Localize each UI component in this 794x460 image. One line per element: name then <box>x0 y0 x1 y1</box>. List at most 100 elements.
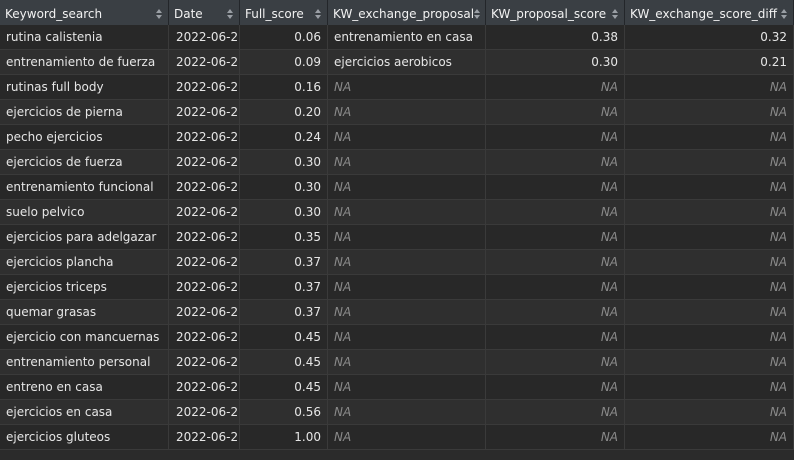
table-cell[interactable]: ejercicios aerobicos <box>328 50 486 75</box>
table-cell[interactable]: 0.30 <box>240 150 328 175</box>
table-cell[interactable]: 2022-06-22 <box>169 225 240 250</box>
table-cell[interactable]: 0.45 <box>240 325 328 350</box>
table-cell[interactable]: NA <box>486 250 625 275</box>
table-cell[interactable]: ejercicios plancha <box>0 250 169 275</box>
table-cell[interactable]: ejercicios de fuerza <box>0 150 169 175</box>
table-cell[interactable]: NA <box>486 150 625 175</box>
table-cell[interactable]: NA <box>625 100 794 125</box>
table-cell[interactable]: NA <box>328 350 486 375</box>
table-cell[interactable]: NA <box>625 150 794 175</box>
table-cell[interactable]: NA <box>625 175 794 200</box>
table-cell[interactable]: 2022-06-22 <box>169 175 240 200</box>
table-cell[interactable]: 2022-06-22 <box>169 200 240 225</box>
table-cell[interactable]: NA <box>625 300 794 325</box>
table-cell[interactable]: 2022-06-22 <box>169 425 240 450</box>
table-cell[interactable]: NA <box>625 250 794 275</box>
table-cell[interactable]: entrenamiento de fuerza <box>0 50 169 75</box>
table-cell[interactable]: 2022-06-22 <box>169 350 240 375</box>
table-cell[interactable]: 2022-06-22 <box>169 100 240 125</box>
table-cell[interactable]: entreno en casa <box>0 375 169 400</box>
table-cell[interactable]: NA <box>486 400 625 425</box>
table-cell[interactable]: 0.38 <box>486 25 625 50</box>
table-cell[interactable]: NA <box>625 125 794 150</box>
sort-arrows-icon[interactable] <box>474 8 481 20</box>
table-cell[interactable]: ejercicios triceps <box>0 275 169 300</box>
table-cell[interactable]: NA <box>486 375 625 400</box>
table-cell[interactable]: NA <box>486 175 625 200</box>
table-cell[interactable]: NA <box>328 75 486 100</box>
table-cell[interactable]: 0.37 <box>240 275 328 300</box>
table-cell[interactable]: 0.35 <box>240 225 328 250</box>
table-cell[interactable]: 0.30 <box>240 175 328 200</box>
table-cell[interactable]: NA <box>328 250 486 275</box>
table-cell[interactable]: NA <box>328 425 486 450</box>
table-cell[interactable]: 0.37 <box>240 300 328 325</box>
table-cell[interactable]: NA <box>486 200 625 225</box>
table-cell[interactable]: 0.37 <box>240 250 328 275</box>
table-cell[interactable]: NA <box>625 425 794 450</box>
table-cell[interactable]: NA <box>625 325 794 350</box>
table-cell[interactable]: NA <box>328 325 486 350</box>
table-cell[interactable]: 0.09 <box>240 50 328 75</box>
table-cell[interactable]: NA <box>625 350 794 375</box>
table-cell[interactable]: 0.24 <box>240 125 328 150</box>
table-cell[interactable]: 2022-06-22 <box>169 400 240 425</box>
table-cell[interactable]: NA <box>486 75 625 100</box>
sort-arrows-icon[interactable] <box>780 8 788 20</box>
table-cell[interactable]: NA <box>625 225 794 250</box>
sort-arrows-icon[interactable] <box>155 8 163 20</box>
table-cell[interactable]: NA <box>328 175 486 200</box>
table-cell[interactable]: ejercicios en casa <box>0 400 169 425</box>
table-cell[interactable]: NA <box>486 225 625 250</box>
sort-arrows-icon[interactable] <box>314 8 322 20</box>
table-cell[interactable]: ejercicios para adelgazar <box>0 225 169 250</box>
table-cell[interactable]: NA <box>328 375 486 400</box>
table-cell[interactable]: NA <box>486 425 625 450</box>
table-cell[interactable]: NA <box>328 200 486 225</box>
table-cell[interactable]: ejercicio con mancuernas <box>0 325 169 350</box>
table-cell[interactable]: 0.30 <box>240 200 328 225</box>
table-cell[interactable]: 2022-06-22 <box>169 125 240 150</box>
table-cell[interactable]: NA <box>486 325 625 350</box>
table-cell[interactable]: entrenamiento funcional <box>0 175 169 200</box>
table-cell[interactable]: NA <box>486 350 625 375</box>
table-cell[interactable]: rutinas full body <box>0 75 169 100</box>
table-cell[interactable]: 0.20 <box>240 100 328 125</box>
table-cell[interactable]: 2022-06-22 <box>169 375 240 400</box>
table-cell[interactable]: NA <box>486 125 625 150</box>
table-cell[interactable]: 1.00 <box>240 425 328 450</box>
table-cell[interactable]: NA <box>625 275 794 300</box>
table-cell[interactable]: rutina calistenia <box>0 25 169 50</box>
table-cell[interactable]: NA <box>486 275 625 300</box>
table-cell[interactable]: 0.32 <box>625 25 794 50</box>
table-cell[interactable]: pecho ejercicios <box>0 125 169 150</box>
table-cell[interactable]: NA <box>328 100 486 125</box>
table-cell[interactable]: entrenamiento personal <box>0 350 169 375</box>
sort-arrows-icon[interactable] <box>226 8 234 20</box>
table-cell[interactable]: 2022-06-22 <box>169 300 240 325</box>
table-cell[interactable]: 0.45 <box>240 350 328 375</box>
table-cell[interactable]: NA <box>328 400 486 425</box>
table-cell[interactable]: 2022-06-22 <box>169 325 240 350</box>
table-cell[interactable]: 0.16 <box>240 75 328 100</box>
table-cell[interactable]: NA <box>328 150 486 175</box>
table-cell[interactable]: 0.06 <box>240 25 328 50</box>
sort-arrows-icon[interactable] <box>611 8 619 20</box>
table-cell[interactable]: NA <box>328 300 486 325</box>
table-cell[interactable]: NA <box>328 125 486 150</box>
table-cell[interactable]: 2022-06-22 <box>169 250 240 275</box>
table-cell[interactable]: entrenamiento en casa <box>328 25 486 50</box>
table-cell[interactable]: NA <box>486 100 625 125</box>
table-cell[interactable]: ejercicios de pierna <box>0 100 169 125</box>
table-cell[interactable]: 0.30 <box>486 50 625 75</box>
table-cell[interactable]: NA <box>625 400 794 425</box>
table-cell[interactable]: 0.45 <box>240 375 328 400</box>
table-cell[interactable]: quemar grasas <box>0 300 169 325</box>
table-cell[interactable]: NA <box>625 200 794 225</box>
table-cell[interactable]: NA <box>625 375 794 400</box>
table-cell[interactable]: 0.21 <box>625 50 794 75</box>
table-cell[interactable]: NA <box>328 225 486 250</box>
table-cell[interactable]: 2022-06-22 <box>169 275 240 300</box>
table-cell[interactable]: 0.56 <box>240 400 328 425</box>
table-cell[interactable]: 2022-06-22 <box>169 25 240 50</box>
